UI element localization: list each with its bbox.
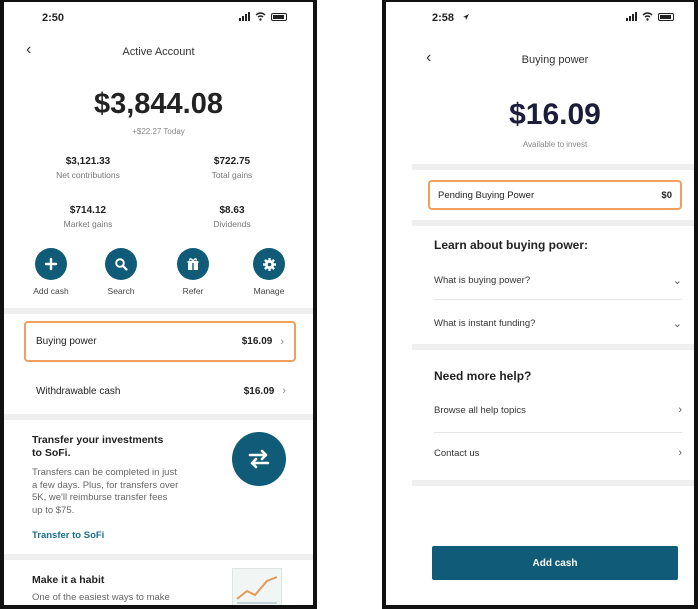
- browse-help-topics-link[interactable]: Browse all help topics ›: [434, 400, 682, 420]
- status-time: 2:50: [42, 12, 65, 24]
- buying-power-label: Buying power: [36, 336, 97, 347]
- row-divider: [434, 299, 682, 300]
- contact-us-link[interactable]: Contact us ›: [434, 443, 682, 463]
- buying-power-amount: $16.09: [241, 336, 273, 347]
- wifi-icon: [255, 12, 266, 21]
- search-icon: [115, 258, 128, 271]
- withdrawable-cash-label: Withdrawable cash: [36, 385, 121, 397]
- buying-power-amount: $16.09: [509, 98, 601, 131]
- withdrawable-cash-amount: $16.09: [243, 385, 275, 397]
- chevron-right-icon: ›: [678, 404, 682, 416]
- chevron-right-icon: ›: [280, 335, 284, 348]
- section-divider: [412, 344, 694, 350]
- left-phone-screen: 2:50 ‹ Active Account $3,844.08 +$22.27 …: [0, 0, 317, 609]
- chart-illustration-icon: [232, 568, 282, 605]
- section-divider: [412, 164, 694, 170]
- buying-power-row[interactable]: Buying power $16.09 ›: [24, 321, 296, 362]
- stat-market-gains: $714.12 Market gains: [63, 205, 113, 229]
- pending-buying-power-amount: $0: [661, 189, 672, 201]
- habit-title: Make it a habit: [32, 574, 105, 586]
- section-divider: [4, 414, 313, 420]
- manage-button[interactable]: Manage: [241, 248, 297, 296]
- transfer-to-sofi-link[interactable]: Transfer to SoFi: [32, 530, 104, 541]
- today-change: +$22.27 Today: [132, 127, 185, 136]
- refer-button[interactable]: Refer: [165, 248, 221, 296]
- chevron-right-icon: ›: [678, 447, 682, 459]
- signal-icon: [626, 12, 637, 21]
- nav-title: Active Account: [122, 46, 195, 58]
- stat-net-contributions: $3,121.33 Net contributions: [56, 156, 120, 180]
- transfer-icon: [232, 432, 286, 486]
- available-to-invest-caption: Available to invest: [522, 140, 588, 149]
- section-divider: [4, 308, 313, 314]
- right-phone-screen: 2:58 ‹ Buying power $16.09 Available to …: [382, 0, 698, 609]
- gear-icon: [262, 257, 276, 271]
- search-button[interactable]: Search: [93, 248, 149, 296]
- chevron-down-icon: ⌄: [672, 274, 682, 287]
- status-time: 2:58: [432, 12, 455, 24]
- promo-title: Transfer your investments to SoFi.: [32, 434, 164, 459]
- battery-icon: [658, 12, 674, 21]
- promo-body: Transfers can be completed in just a few…: [32, 467, 179, 516]
- gift-icon: [187, 258, 199, 270]
- learn-heading: Learn about buying power:: [434, 238, 589, 252]
- section-divider: [412, 480, 694, 486]
- section-divider: [4, 554, 313, 560]
- chevron-right-icon: ›: [282, 385, 286, 397]
- stat-dividends: $8.63 Dividends: [213, 205, 251, 229]
- battery-icon: [271, 12, 287, 21]
- chevron-down-icon: ⌄: [672, 317, 682, 330]
- faq-what-is-buying-power[interactable]: What is buying power? ⌄: [434, 270, 682, 290]
- location-arrow-icon: [463, 14, 469, 20]
- row-divider: [434, 432, 682, 433]
- habit-body: One of the easiest ways to make: [32, 592, 170, 603]
- signal-icon: [239, 12, 250, 21]
- pending-buying-power-row: Pending Buying Power $0: [428, 180, 682, 210]
- nav-title: Buying power: [521, 54, 589, 66]
- status-bar: 2:58: [386, 10, 694, 26]
- plus-icon: [44, 257, 58, 271]
- section-divider: [412, 220, 694, 226]
- stat-total-gains: $722.75 Total gains: [211, 156, 253, 180]
- withdrawable-cash-row[interactable]: Withdrawable cash $16.09 ›: [26, 376, 296, 406]
- faq-what-is-instant-funding[interactable]: What is instant funding? ⌄: [434, 313, 682, 333]
- account-balance: $3,844.08: [93, 88, 223, 120]
- wifi-icon: [642, 12, 653, 21]
- add-cash-button[interactable]: Add cash: [432, 546, 678, 580]
- status-bar: 2:50: [4, 10, 313, 26]
- help-heading: Need more help?: [434, 369, 532, 383]
- pending-buying-power-label: Pending Buying Power: [438, 189, 535, 201]
- add-cash-button[interactable]: Add cash: [23, 248, 79, 296]
